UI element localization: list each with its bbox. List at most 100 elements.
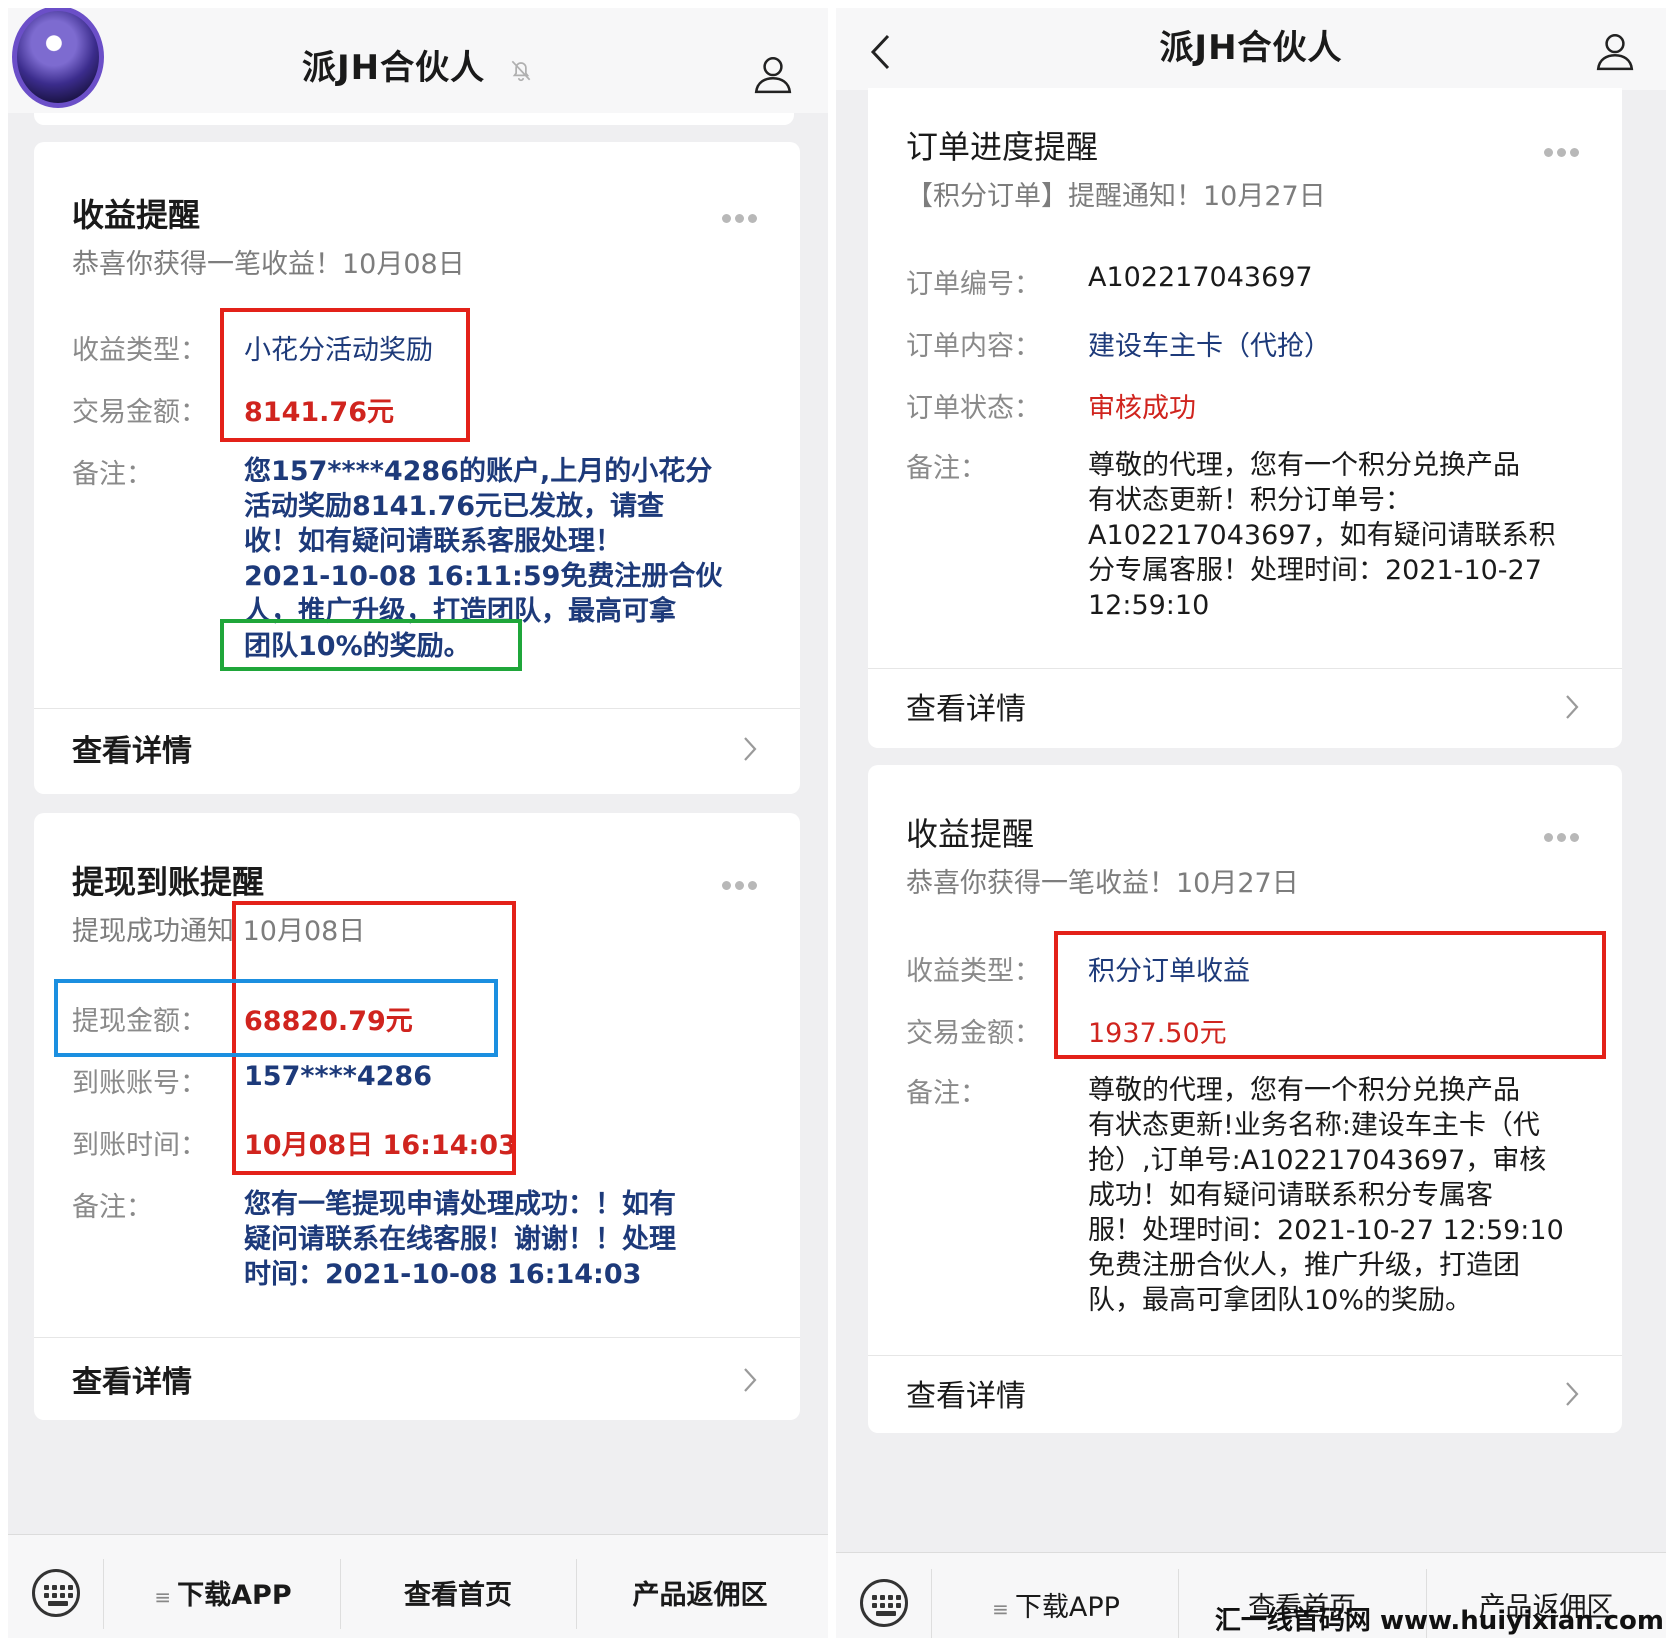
note-text: 尊敬的代理，您有一个积分兑换产品 有状态更新!业务名称:建设车主卡（代 抢）,订…	[1088, 1073, 1608, 1318]
field-label: 收益类型：	[906, 956, 1041, 987]
note-text: 您157****4286的账户,上月的小花分 活动奖励8141.76元已发放，请…	[244, 454, 784, 664]
menu-label: 下载APP	[1014, 1592, 1120, 1623]
field-label: 备注：	[906, 1078, 987, 1109]
income-reminder-card[interactable]: 收益提醒 恭喜你获得一笔收益！10月27日 收益类型： 积分订单收益 交易金额：…	[868, 765, 1622, 1433]
left-chat-title: 派JH合伙人	[8, 8, 828, 128]
note-line: 2021-10-08 16:11:59免费注册合伙	[244, 561, 723, 592]
note-line: 您157****4286的账户,上月的小花分	[244, 456, 713, 487]
more-options-icon[interactable]	[1544, 827, 1586, 842]
withdraw-amount-value: 68820.79元	[244, 1006, 413, 1037]
divider	[340, 1559, 341, 1629]
order-progress-card[interactable]: 订单进度提醒 【积分订单】提醒通知！10月27日 订单编号： A10221704…	[868, 88, 1622, 748]
order-content-value: 建设车主卡（代抢）	[1088, 331, 1331, 362]
divider	[931, 1569, 932, 1638]
field-label: 备注：	[72, 1192, 153, 1223]
menu-product-rebate[interactable]: 产品返佣区	[580, 1573, 820, 1612]
note-line: A102217043697，如有疑问请联系积	[1088, 520, 1556, 551]
note-line: 时间：2021-10-08 16:14:03	[244, 1259, 642, 1290]
right-top-bar: 派JH合伙人	[836, 8, 1666, 90]
order-number-value: A102217043697	[1088, 262, 1313, 293]
right-chat-title: 派JH合伙人	[1159, 28, 1343, 68]
more-options-icon[interactable]	[722, 875, 764, 890]
field-label: 订单编号：	[906, 269, 1041, 300]
divider	[1178, 1569, 1179, 1638]
note-line: 有状态更新!业务名称:建设车主卡（代	[1088, 1110, 1540, 1141]
profile-user-icon[interactable]	[752, 53, 794, 95]
left-chat-title-text: 派JH合伙人	[302, 48, 486, 88]
card-subtitle: 恭喜你获得一笔收益！10月08日	[72, 249, 465, 280]
more-options-icon[interactable]	[722, 208, 764, 223]
view-details-link[interactable]: 查看详情	[72, 726, 192, 770]
chevron-right-icon	[744, 1368, 757, 1392]
note-text: 尊敬的代理，您有一个积分兑换产品 有状态更新！积分订单号： A102217043…	[1088, 448, 1608, 623]
menu-view-homepage[interactable]: 查看首页	[344, 1573, 572, 1612]
left-top-bar: 派JH合伙人	[8, 8, 828, 113]
note-line: 队，最高可拿团队10%的奖励。	[1088, 1285, 1473, 1316]
note-line: 收！如有疑问请联系客服处理！	[244, 526, 622, 557]
menu-label: 产品返佣区	[632, 1580, 768, 1611]
note-line: 成功！如有疑问请联系积分专属客	[1088, 1180, 1493, 1211]
field-label: 备注：	[72, 459, 153, 490]
menu-download-app[interactable]: ≡ 下载APP	[936, 1585, 1176, 1624]
chevron-right-icon	[1566, 1382, 1579, 1406]
view-details-link[interactable]: 查看详情	[906, 684, 1026, 728]
card-subtitle: 提现成功通知 10月08日	[72, 916, 366, 947]
note-line: 活动奖励8141.76元已发放，请查	[244, 491, 664, 522]
field-label: 收益类型：	[72, 335, 207, 366]
field-label: 到账时间：	[72, 1130, 207, 1161]
menu-download-app[interactable]: ≡ 下载APP	[108, 1573, 338, 1612]
field-label: 订单状态：	[906, 393, 1041, 424]
note-line: 分专属客服！处理时间：2021-10-27	[1088, 555, 1542, 586]
field-label: 提现金额：	[72, 1006, 207, 1037]
note-text: 您有一笔提现申请处理成功：！如有 疑问请联系在线客服！谢谢！！处理 时间：202…	[244, 1187, 784, 1292]
field-label: 备注：	[906, 453, 987, 484]
amount-value: 8141.76元	[244, 397, 394, 428]
keyboard-icon[interactable]	[32, 1569, 80, 1617]
more-options-icon[interactable]	[1544, 142, 1586, 157]
left-chat-panel: 派JH合伙人 收益提醒 恭喜你获得一笔收益！10月08日 收益类型： 小花分活动…	[8, 8, 828, 1638]
view-details-link[interactable]: 查看详情	[72, 1357, 192, 1401]
card-subtitle: 恭喜你获得一笔收益！10月27日	[906, 868, 1299, 899]
account-value: 157****4286	[244, 1061, 432, 1092]
note-line: 服！处理时间：2021-10-27 12:59:10	[1088, 1215, 1564, 1246]
arrival-time-value: 10月08日 16:14:03	[244, 1130, 517, 1161]
card-header: 收益提醒	[906, 815, 1035, 853]
view-details-link[interactable]: 查看详情	[906, 1371, 1026, 1415]
field-label: 交易金额：	[906, 1018, 1041, 1049]
note-line: 疑问请联系在线客服！谢谢！！处理	[244, 1224, 676, 1255]
profile-user-icon[interactable]	[1594, 30, 1636, 72]
divider	[34, 708, 800, 709]
divider	[868, 668, 1622, 669]
left-bottom-menu-bar: ≡ 下载APP 查看首页 产品返佣区	[8, 1534, 828, 1638]
field-label: 交易金额：	[72, 397, 207, 428]
withdrawal-reminder-card[interactable]: 提现到账提醒 提现成功通知 10月08日 提现金额： 68820.79元 到账账…	[34, 813, 800, 1420]
right-chat-panel: 派JH合伙人 订单进度提醒 【积分订单】提醒通知！10月27日 订单编号： A1…	[836, 8, 1666, 1638]
note-line: 您有一笔提现申请处理成功：！如有	[244, 1189, 676, 1220]
note-line: 尊敬的代理，您有一个积分兑换产品	[1088, 450, 1520, 481]
chevron-right-icon	[1566, 695, 1579, 719]
card-header: 收益提醒	[72, 196, 201, 234]
divider	[34, 1337, 800, 1338]
divider	[576, 1559, 577, 1629]
keyboard-icon[interactable]	[860, 1579, 908, 1627]
note-line: 有状态更新！积分订单号：	[1088, 485, 1412, 516]
field-label: 订单内容：	[906, 331, 1041, 362]
note-line: 12:59:10	[1088, 590, 1210, 621]
card-header: 订单进度提醒	[906, 128, 1099, 166]
note-line: 团队10%的奖励。	[244, 631, 471, 662]
note-line: 免费注册合伙人，推广升级，打造团	[1088, 1250, 1520, 1281]
note-line: 抢）,订单号:A102217043697，审核	[1088, 1145, 1547, 1176]
menu-label: 查看首页	[404, 1580, 512, 1611]
note-line: 尊敬的代理，您有一个积分兑换产品	[1088, 1075, 1520, 1106]
card-subtitle: 【积分订单】提醒通知！10月27日	[906, 181, 1326, 212]
divider	[103, 1559, 104, 1629]
income-reminder-card[interactable]: 收益提醒 恭喜你获得一笔收益！10月08日 收益类型： 小花分活动奖励 交易金额…	[34, 142, 800, 794]
card-header: 提现到账提醒	[72, 863, 265, 901]
chevron-right-icon	[744, 737, 757, 761]
previous-card-edge	[34, 113, 794, 125]
divider	[868, 1355, 1622, 1356]
amount-value: 1937.50元	[1088, 1018, 1227, 1049]
menu-label: 下载APP	[177, 1580, 292, 1611]
income-type-value: 小花分活动奖励	[244, 335, 433, 366]
note-line: 人，推广升级，打造团队，最高可拿	[244, 596, 676, 627]
